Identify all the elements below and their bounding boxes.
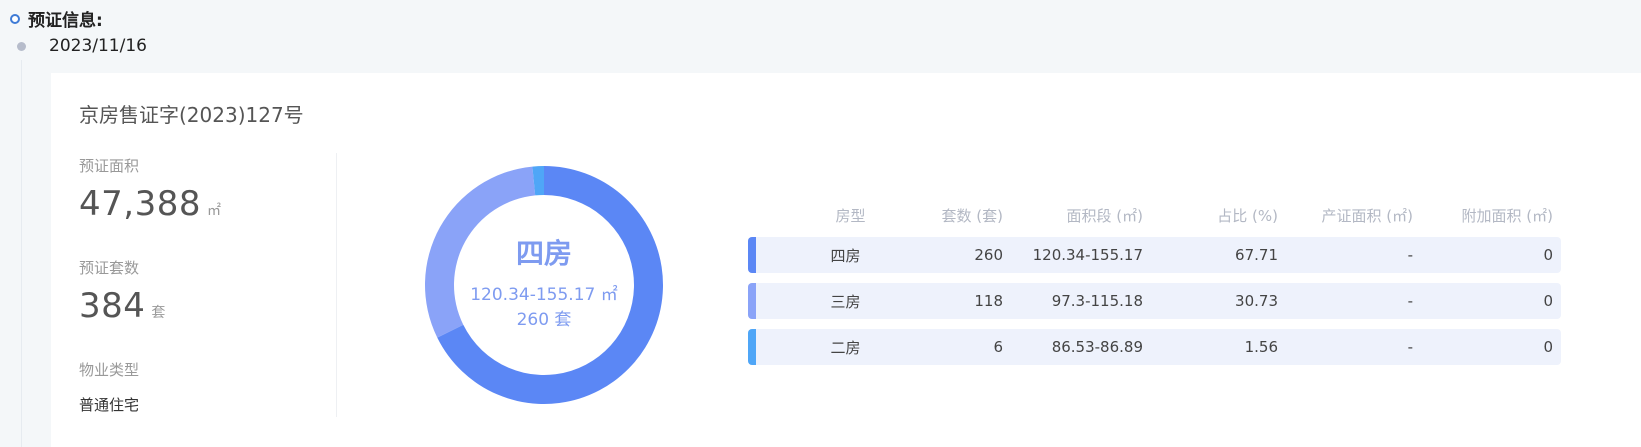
donut-chart[interactable]: 四房 120.34-155.17 ㎡ 260 套 [424,165,664,405]
room-type-table: 房型 套数 (套) 面积段 (㎡) 占比 (%) 产证面积 (㎡) 附加面积 (… [748,203,1561,365]
header-room-type: 房型 [835,206,866,225]
table-row[interactable]: 四房 260 120.34-155.17 67.71 - 0 [748,237,1561,273]
cell-units: 260 [974,246,1003,264]
cell-cert-area: - [1407,292,1413,310]
cell-extra-area: 0 [1543,338,1553,356]
section-header: 预证信息: [10,6,103,31]
permit-card: 京房售证字(2023)127号 预证面积 47,388 ㎡ 预证套数 384 套… [51,73,1641,447]
cell-extra-area: 0 [1543,246,1553,264]
cell-units: 6 [993,338,1003,356]
section-title: 预证信息: [28,11,103,31]
row-accent-bar [748,283,756,319]
cell-area-range: 86.53-86.89 [1051,338,1143,356]
cell-percentage: 1.56 [1244,338,1278,356]
cell-cert-area: - [1407,338,1413,356]
cell-extra-area: 0 [1543,292,1553,310]
timeline-date: 2023/11/16 [49,36,147,56]
vertical-divider [336,153,337,417]
row-accent-bar [748,329,756,365]
ring-bullet-icon [10,13,20,24]
area-value: 47,388 [79,184,201,224]
property-type-label: 物业类型 [79,361,140,379]
header-area-range: 面积段 (㎡) [1066,206,1143,225]
cell-area-range: 120.34-155.17 [1032,246,1143,264]
cell-room-type: 二房 [830,338,861,357]
dot-bullet-icon [17,41,26,51]
units-stat: 预证套数 384 套 [79,257,165,326]
header-units: 套数 (套) [941,206,1003,225]
cell-percentage: 30.73 [1235,292,1278,310]
cell-cert-area: - [1407,246,1413,264]
table-row[interactable]: 三房 118 97.3-115.18 30.73 - 0 [748,283,1561,319]
table-header: 房型 套数 (套) 面积段 (㎡) 占比 (%) 产证面积 (㎡) 附加面积 (… [748,203,1561,227]
area-unit: ㎡ [206,203,221,219]
units-unit: 套 [151,305,166,321]
area-stat: 预证面积 47,388 ㎡ [79,155,221,224]
cell-room-type: 三房 [830,292,861,311]
donut-svg [425,166,663,404]
header-percentage: 占比 (%) [1217,206,1278,225]
units-label: 预证套数 [79,259,140,277]
cell-units: 118 [974,292,1003,310]
property-type-value: 普通住宅 [79,396,140,414]
cell-percentage: 67.71 [1235,246,1278,264]
header-extra-area: 附加面积 (㎡) [1461,206,1553,225]
property-type-stat: 物业类型 普通住宅 [79,359,139,415]
timeline-line [21,60,22,447]
header-cert-area: 产证面积 (㎡) [1321,206,1413,225]
area-label: 预证面积 [79,157,140,175]
units-value: 384 [79,286,146,326]
cell-area-range: 97.3-115.18 [1051,292,1143,310]
timeline-date-row: 2023/11/16 [17,36,147,56]
permit-number: 京房售证字(2023)127号 [79,103,304,127]
cell-room-type: 四房 [830,246,861,265]
donut-slice-2[interactable] [425,166,536,338]
table-row[interactable]: 二房 6 86.53-86.89 1.56 - 0 [748,329,1561,365]
row-accent-bar [748,237,756,273]
